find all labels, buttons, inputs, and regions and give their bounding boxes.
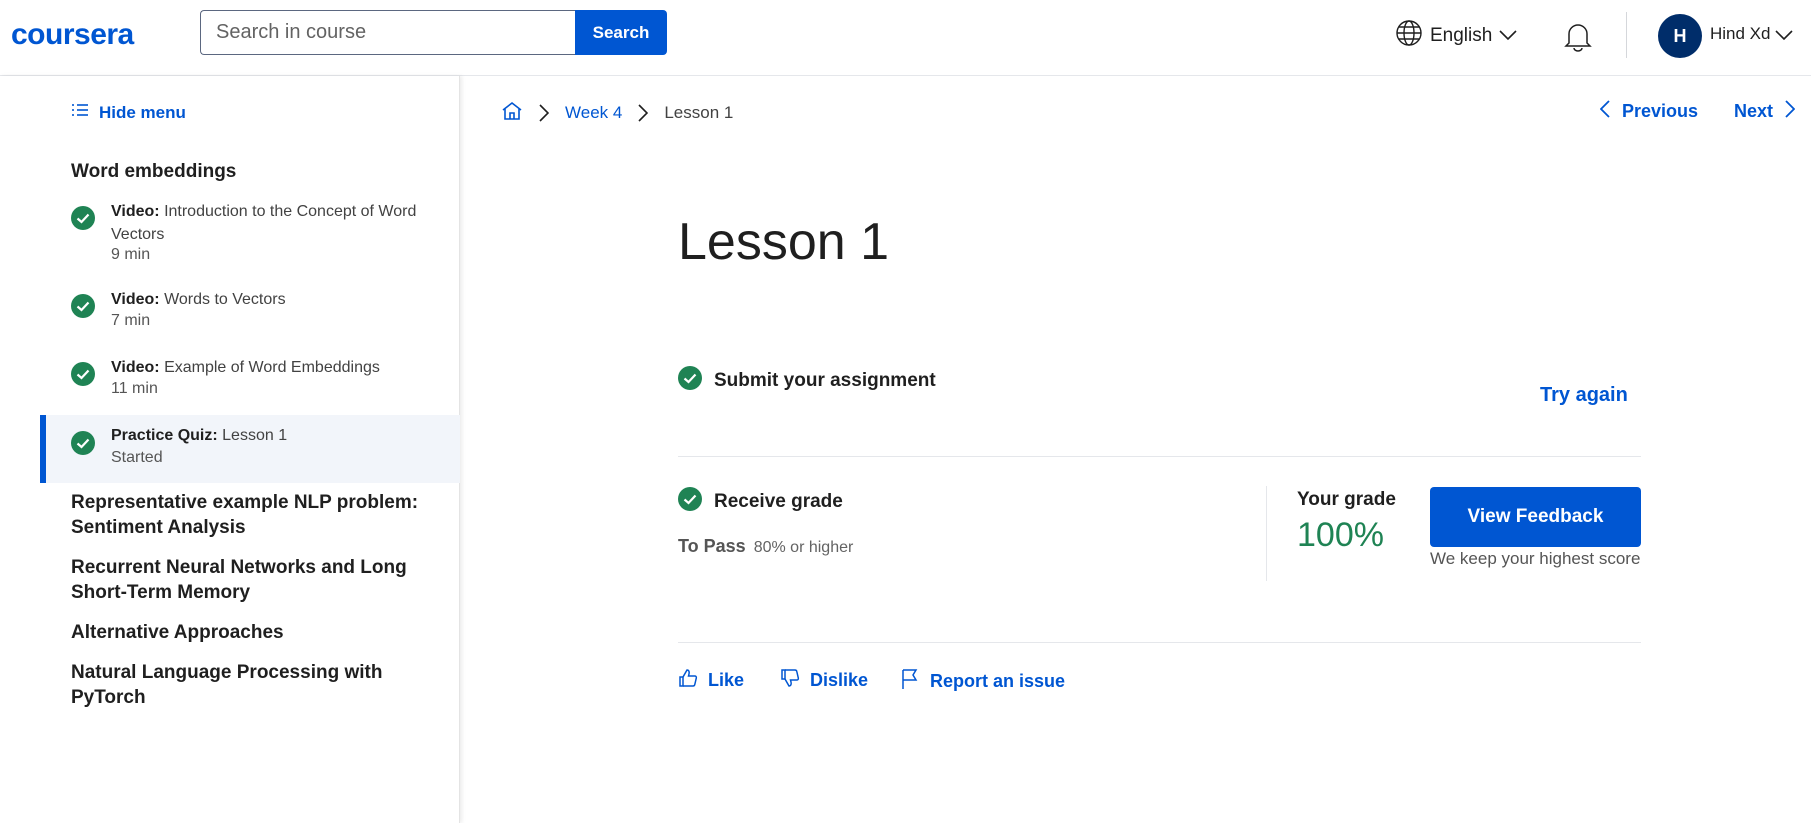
completed-check-icon [678,487,702,517]
sidebar-item-video-words-to-vectors[interactable]: Video: Words to Vectors 7 min [40,288,460,334]
try-again-button[interactable]: Try again [1540,384,1628,407]
page-title: Lesson 1 [678,213,890,271]
flag-icon [900,668,920,695]
chevron-down-icon[interactable] [1775,28,1793,46]
receive-grade-row: Receive grade [678,487,843,517]
like-label: Like [708,670,745,690]
search-button[interactable]: Search [575,10,667,55]
receive-grade-label: Receive grade [714,491,843,512]
sidebar-section-rnn-lstm[interactable]: Recurrent Neural Networks and Long Short… [71,555,431,605]
sidebar-item-duration: 9 min [111,246,151,263]
chevron-right-icon [539,104,549,122]
chevron-right-icon [1785,100,1796,123]
dislike-label: Dislike [810,670,869,690]
report-issue-button[interactable]: Report an issue [900,668,1065,695]
breadcrumb-week-link[interactable]: Week 4 [565,103,622,123]
chevron-left-icon [1599,100,1610,123]
hide-menu-button[interactable]: Hide menu [71,102,186,123]
coursera-logo[interactable]: coursera [11,18,134,52]
to-pass-requirement: To Pass 80% or higher [678,536,853,557]
breadcrumb: Week 4 Lesson 1 [501,100,733,126]
view-feedback-button[interactable]: View Feedback [1430,487,1641,547]
completed-check-icon [71,362,95,391]
sidebar-item-duration: 7 min [111,312,151,329]
your-grade-label: Your grade [1297,489,1396,510]
sidebar-item-practice-quiz-lesson-1[interactable]: Practice Quiz: Lesson 1 Started [40,415,460,483]
chevron-down-icon [1499,25,1517,47]
top-navigation-bar: coursera Search English H Hind Xd [0,0,1811,76]
submit-assignment-label: Submit your assignment [714,370,936,391]
completed-check-icon [71,206,95,235]
sidebar-item-title: Video: Example of Word Embeddings [111,359,380,376]
sidebar-section-alternative-approaches[interactable]: Alternative Approaches [71,620,431,645]
completed-check-icon [71,431,95,460]
course-sidebar: Hide menu Word embeddings Video: Introdu… [0,76,460,823]
globe-icon [1395,19,1423,53]
sidebar-section-word-embeddings[interactable]: Word embeddings [71,159,431,184]
home-icon[interactable] [501,101,523,126]
dislike-button[interactable]: Dislike [780,668,868,693]
divider [678,642,1641,643]
report-issue-label: Report an issue [930,671,1066,691]
list-icon [71,102,89,123]
like-button[interactable]: Like [678,668,744,693]
language-label: English [1430,25,1493,46]
next-label: Next [1734,101,1774,121]
to-pass-value: 80% or higher [753,539,854,556]
sidebar-section-nlp-pytorch[interactable]: Natural Language Processing with PyTorch [71,660,431,710]
sidebar-item-title: Practice Quiz: Lesson 1 [111,427,288,444]
language-selector[interactable]: English [1395,19,1517,53]
notifications-bell-icon[interactable] [1563,20,1593,57]
previous-label: Previous [1622,101,1699,121]
grade-divider [1266,486,1267,581]
sidebar-item-title: Video: Words to Vectors [111,291,286,308]
header-divider [1626,12,1627,58]
divider [678,456,1641,457]
completed-check-icon [71,294,95,323]
sidebar-item-duration: 11 min [111,380,158,397]
next-button[interactable]: Next [1734,100,1796,123]
sidebar-item-video-example-word-embeddings[interactable]: Video: Example of Word Embeddings 11 min [40,356,460,402]
previous-button[interactable]: Previous [1599,100,1699,123]
submit-assignment-row: Submit your assignment [678,366,936,396]
username[interactable]: Hind Xd [1710,24,1770,44]
hide-menu-label: Hide menu [99,102,186,122]
search-input[interactable] [200,10,575,55]
avatar[interactable]: H [1658,14,1702,58]
sidebar-section-sentiment-analysis[interactable]: Representative example NLP problem: Sent… [71,490,431,540]
thumbs-down-icon [780,668,800,693]
chevron-right-icon [638,104,649,122]
sidebar-item-status: Started [111,449,163,466]
breadcrumb-current: Lesson 1 [664,103,734,122]
sidebar-item-title: Video: Introduction to the Concept of Wo… [111,203,417,243]
completed-check-icon [678,366,702,396]
grade-value: 100% [1297,516,1384,554]
keep-score-note: We keep your highest score [1430,549,1641,568]
sidebar-item-video-intro-word-vectors[interactable]: Video: Introduction to the Concept of Wo… [40,200,460,266]
thumbs-up-icon [678,668,698,693]
to-pass-label: To Pass [678,536,746,556]
